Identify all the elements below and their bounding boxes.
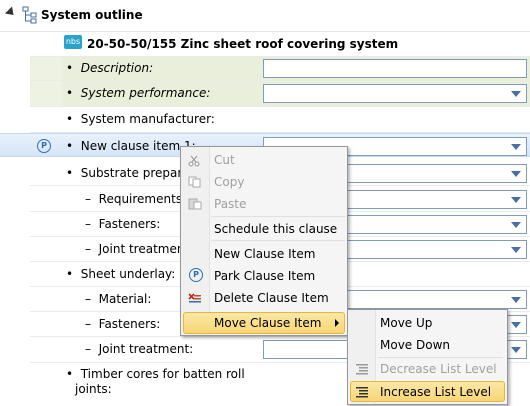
chevron-down-icon <box>511 222 521 228</box>
menu-item-schedule-clause[interactable]: Schedule this clause <box>214 222 337 236</box>
submenu-item-increase-list-level[interactable]: Increase List Level <box>380 385 491 399</box>
bullet: – <box>85 217 91 231</box>
row-divider <box>30 106 530 107</box>
increase-level-icon <box>356 387 368 398</box>
chevron-down-icon <box>511 297 521 303</box>
row-label: System manufacturer: <box>80 112 215 126</box>
menu-item-copy[interactable]: Copy <box>214 175 244 189</box>
row-system-performance[interactable]: • System performance: <box>66 86 210 100</box>
row-label: Timber cores for batten roll <box>80 367 245 381</box>
clause-title: 20-50-50/155 Zinc sheet roof covering sy… <box>87 37 399 51</box>
system-performance-dropdown[interactable] <box>263 84 527 103</box>
chevron-down-icon <box>511 197 521 203</box>
tree-outline-icon <box>22 6 37 24</box>
chevron-down-icon <box>511 91 521 97</box>
scissors-icon <box>188 155 200 167</box>
row-fasteners[interactable]: – Fasteners: <box>85 217 160 231</box>
menu-item-new-clause-item[interactable]: New Clause Item <box>214 247 315 261</box>
row-description[interactable]: • Description: <box>66 61 153 75</box>
chevron-down-icon <box>511 171 521 177</box>
row-timber-cores[interactable]: • Timber cores for batten roll <box>66 367 245 381</box>
chevron-down-icon <box>511 144 521 150</box>
copy-icon <box>188 176 201 188</box>
menu-separator <box>378 357 503 358</box>
row-label: Fasteners: <box>98 217 161 231</box>
move-clause-submenu: Move Up Move Down Decrease List Level In… <box>347 309 508 405</box>
bullet: – <box>85 342 91 356</box>
chevron-down-icon <box>511 347 521 353</box>
row-label: Requirements: <box>98 192 187 206</box>
description-input[interactable] <box>263 59 527 78</box>
menu-item-cut[interactable]: Cut <box>214 153 235 167</box>
nbs-logo-icon: nbs <box>64 35 82 49</box>
bullet: – <box>85 192 91 206</box>
bullet: • <box>66 61 74 75</box>
page-title: System outline <box>41 8 143 22</box>
row-new-clause-item[interactable]: • New clause item 1: <box>66 139 196 153</box>
submenu-item-decrease-list-level[interactable]: Decrease List Level <box>380 362 497 376</box>
bullet: • <box>66 86 74 100</box>
row-label: joints: <box>75 382 112 396</box>
row-joint-treatment[interactable]: – Joint treatment: <box>85 242 193 256</box>
row-joint-treatment[interactable]: – Joint treatment: <box>85 342 193 356</box>
menu-separator <box>211 240 346 241</box>
menu-item-paste[interactable]: Paste <box>214 197 246 211</box>
row-system-manufacturer[interactable]: • System manufacturer: <box>66 112 215 126</box>
paste-icon <box>188 198 202 210</box>
menu-item-delete-clause-item[interactable]: Delete Clause Item <box>214 291 329 305</box>
row-label: Description: <box>80 61 154 75</box>
menu-item-move-clause-item[interactable]: Move Clause Item <box>214 316 321 330</box>
bullet: • <box>66 166 74 180</box>
chevron-down-icon <box>511 322 521 328</box>
bullet: – <box>85 317 91 331</box>
park-icon: P <box>189 268 203 282</box>
row-divider <box>30 80 530 81</box>
row-material[interactable]: – Material: <box>85 292 151 306</box>
menu-separator <box>211 216 346 217</box>
submenu-item-move-down[interactable]: Move Down <box>380 338 450 352</box>
row-label: Material: <box>98 292 152 306</box>
row-divider <box>30 56 530 57</box>
bullet: – <box>85 242 91 256</box>
delete-item-icon <box>188 293 201 303</box>
park-icon: P <box>37 139 51 153</box>
row-fasteners[interactable]: – Fasteners: <box>85 317 160 331</box>
submenu-arrow-icon <box>335 319 339 327</box>
bullet: • <box>66 112 74 126</box>
row-substrate-preparation[interactable]: • Substrate preparati <box>66 166 198 180</box>
row-label: New clause item 1: <box>80 139 196 153</box>
menu-item-park-clause-item[interactable]: Park Clause Item <box>214 269 315 283</box>
row-label: System performance: <box>80 86 211 100</box>
chevron-down-icon <box>511 247 521 253</box>
decrease-level-icon <box>356 364 368 375</box>
row-label: Sheet underlay: <box>80 267 176 281</box>
bullet: • <box>66 139 74 153</box>
context-menu: Cut Copy Paste Schedule this clause New … <box>180 146 348 336</box>
row-timber-cores-continued: joints: <box>75 382 112 396</box>
bullet: • <box>66 267 74 281</box>
row-label: Fasteners: <box>98 317 161 331</box>
row-gutter <box>30 56 62 106</box>
bullet: – <box>85 292 91 306</box>
bullet: • <box>66 367 74 381</box>
submenu-item-move-up[interactable]: Move Up <box>380 316 432 330</box>
row-requirements[interactable]: – Requirements: <box>85 192 186 206</box>
row-sheet-underlay[interactable]: • Sheet underlay: <box>66 267 175 281</box>
row-label: Joint treatment: <box>98 342 194 356</box>
